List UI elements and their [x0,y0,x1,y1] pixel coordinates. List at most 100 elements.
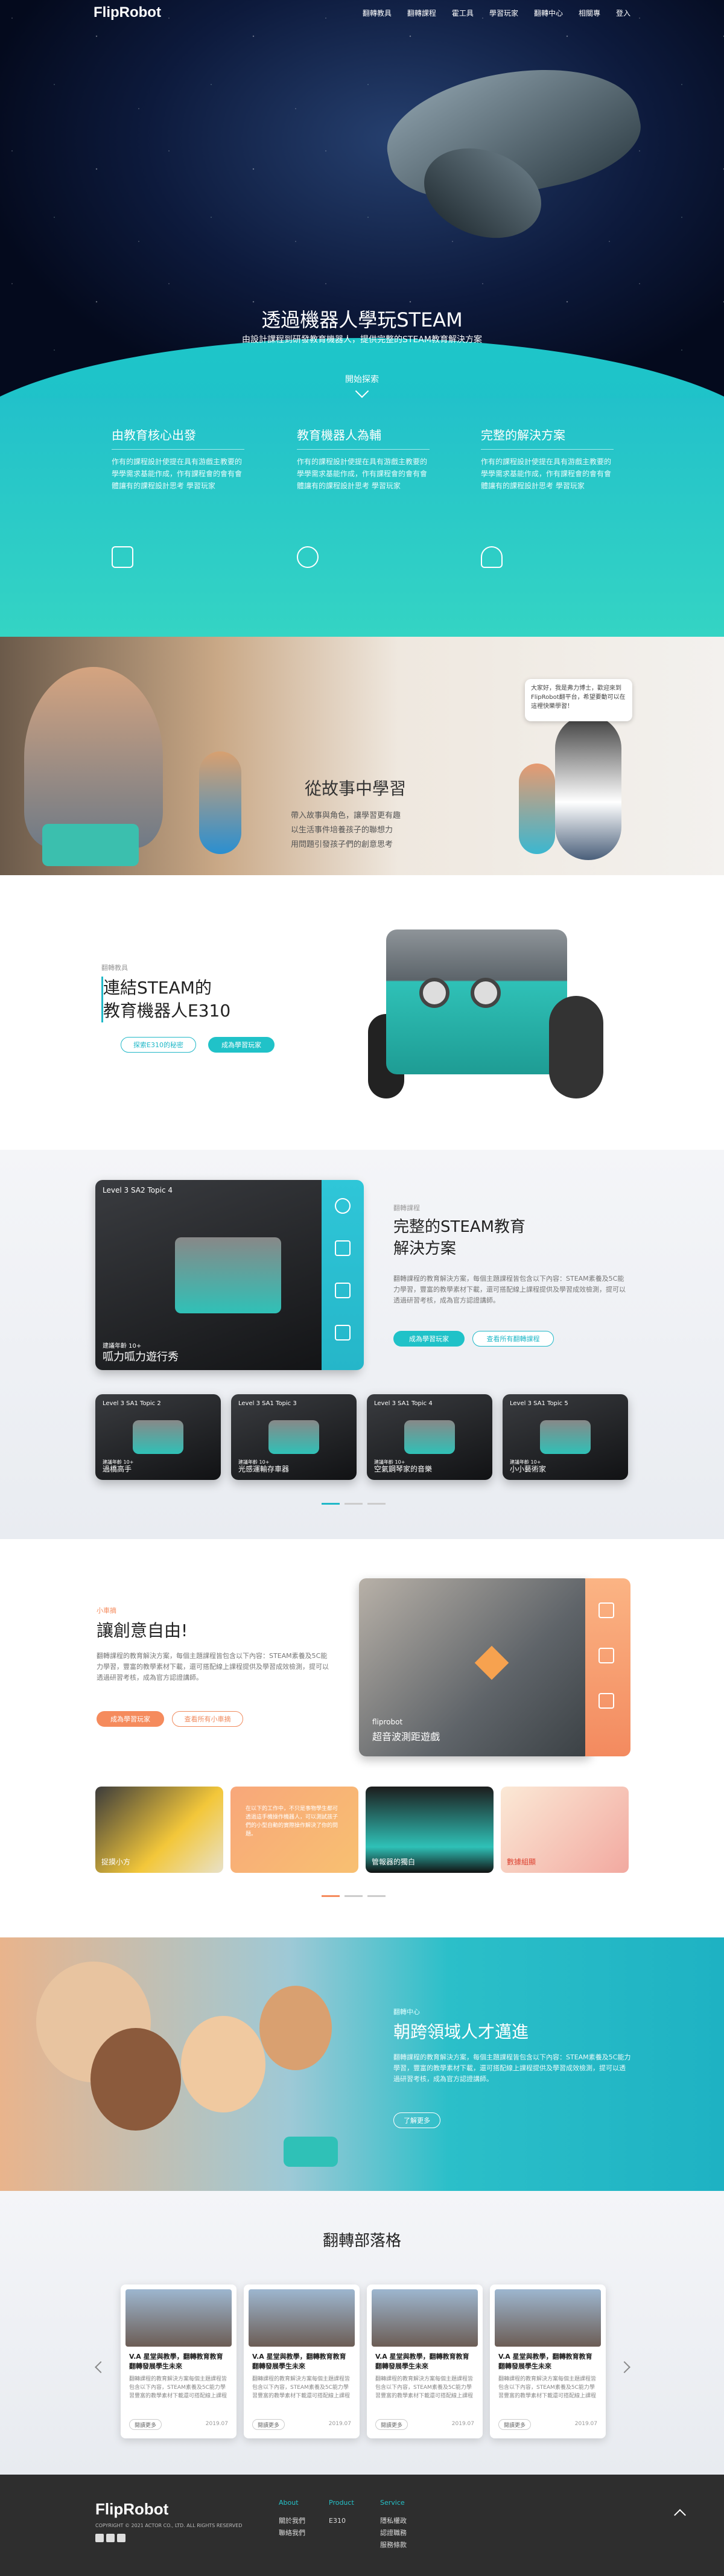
chevron-right-icon[interactable] [618,2361,630,2373]
section-description: 翻轉課程的教育解決方案，每個主題課程皆包含以下內容：STEAM素養及5C能力學習… [393,2053,631,2083]
story-section: 從故事中學習 帶入故事與角色，讓學習更有趣 以生活事件培養孩子的聯想力 用問題引… [0,637,724,875]
nav-item[interactable]: 相關專 [579,8,600,18]
course-card[interactable]: Level 3 SA1 Topic 3 建議年齡 10+ 光感運輸存車器 [231,1394,357,1480]
facebook-icon[interactable] [95,2534,104,2542]
footer-link[interactable]: 關於我們 [279,2515,305,2527]
robot-image [404,1420,455,1455]
footer-link[interactable]: 認證職務 [380,2527,407,2539]
e310-robot-image [386,929,567,1074]
robot-wheel [549,996,603,1098]
story-point: 用問題引發孩子們的創意思考 [291,840,393,849]
section-eyebrow: 翻轉課程 [393,1204,420,1212]
robot-eye [419,978,449,1008]
carousel-dot[interactable] [367,1895,386,1897]
checklist-icon[interactable] [335,1283,351,1298]
course-name: 過橋高手 [103,1465,132,1473]
nav-item[interactable]: 霍工具 [452,8,474,18]
course-card[interactable]: Level 3 SA1 Topic 2 建議年齡 10+ 過橋高手 [95,1394,221,1480]
become-player-button[interactable]: 成為學習玩家 [208,1037,275,1053]
lightbulb-icon[interactable] [335,1198,351,1214]
nav-item[interactable]: 翻轉教具 [363,8,392,18]
section-title: 翻轉部落格 [322,2232,401,2250]
explore-e310-button[interactable]: 探索E310的秘密 [121,1037,196,1053]
project-tile[interactable]: 在以下的工作中，不只是事物學生都可透過這手機操作機器人，可以測試孩子們的小型自動… [230,1787,358,1873]
carousel-dot[interactable] [322,1503,340,1505]
footer-link[interactable]: 聯絡我們 [279,2527,305,2539]
footer-col-head: About [279,2499,299,2507]
read-more-button[interactable]: 閱讀更多 [129,2419,162,2430]
footer-col-about: About 關於我們 聯絡我們 [279,2499,305,2539]
carousel-dot[interactable] [345,1895,363,1897]
post-date: 2019.07 [205,2421,228,2427]
photo-child [259,1986,332,2070]
course-topic: Level 3 SA1 Topic 2 [103,1400,161,1407]
course-name: 光感運輸存車器 [238,1465,290,1473]
section-title: 讓創意自由! [97,1621,188,1640]
nav-item-login[interactable]: 登入 [616,8,630,18]
document-icon[interactable] [599,1602,614,1618]
learn-more-button[interactable]: 了解更多 [393,2112,440,2128]
carousel-dot[interactable] [367,1503,386,1505]
carousel-dot[interactable] [322,1895,340,1897]
project-name: 數據組顯 [507,1858,536,1866]
course-name: 呱力呱力遊行秀 [103,1351,179,1363]
blog-post-card[interactable]: V.A 星堂與教學，翻轉教育教育翻轉發展學生未來 翻轉課程的教育解決方案每個主題… [490,2284,606,2438]
project-tile[interactable]: 數據組顯 [501,1787,629,1873]
view-all-button[interactable]: 查看所有小車摘 [172,1711,243,1727]
robot-toy-photo [42,824,139,866]
post-excerpt: 翻轉課程的教育解決方案每個主題課程皆包含以下內容，STEAM素養及5C能力學習豐… [252,2376,351,2399]
read-more-button[interactable]: 閱讀更多 [498,2419,531,2430]
chevron-up-icon[interactable] [674,2509,686,2521]
view-courses-button[interactable]: 查看所有翻轉課程 [472,1331,554,1347]
course-topic: Level 3 SA1 Topic 4 [374,1400,433,1407]
blog-post-card[interactable]: V.A 星堂與教學，翻轉教育教育翻轉發展學生未來 翻轉課程的教育解決方案每個主題… [244,2284,360,2438]
feature-title: 教育機器人為輔 [297,426,430,450]
project-side-tabs [585,1578,630,1756]
project-tile[interactable]: 捉摸小方 [95,1787,223,1873]
checklist-icon[interactable] [599,1648,614,1663]
feature-card: 完整的解決方案 作有的課程設計使提在具有游戲主教要的學學需求基能作成，作有課程會… [481,426,614,492]
document-icon[interactable] [335,1240,351,1256]
course-side-tabs [322,1180,364,1370]
character-small [519,764,555,854]
footer-link[interactable]: 服務條款 [380,2539,407,2551]
carousel-dot[interactable] [345,1503,363,1505]
hero-subtitle: 由設計課程到研發教育機器人，提供完整的STEAM教育解決方案 [242,335,482,345]
section-title: 連結STEAM的 教育機器人E310 [101,977,230,1022]
nav-item[interactable]: 翻轉中心 [534,8,563,18]
feature-text: 作有的課程設計使提在具有游戲主教要的學學需求基能作成，作有課程會的會有會體讓有的… [112,457,243,490]
footer-link[interactable]: E310 [329,2515,354,2527]
blog-post-card[interactable]: V.A 星堂與教學，翻轉教育教育翻轉發展學生未來 翻轉課程的教育解決方案每個主題… [367,2284,483,2438]
heart-icon [474,1645,509,1680]
footer-col-head: Product [329,2499,354,2507]
feature-card: 教育機器人為輔 作有的課程設計使提在具有游戲主教要的學學需求基能作成，作有課程會… [297,426,430,492]
section-eyebrow: 翻轉中心 [393,2008,420,2016]
blog-post-card[interactable]: V.A 星堂與教學，翻轉教育教育翻轉發展學生未來 翻轉課程的教育解決方案每個主題… [121,2284,237,2438]
course-card[interactable]: Level 3 SA1 Topic 5 建議年齡 10+ 小小藝術家 [503,1394,628,1480]
footer-link[interactable]: 隱私權政 [380,2515,407,2527]
chevron-left-icon[interactable] [95,2361,107,2373]
become-player-button[interactable]: 成為學習玩家 [393,1331,465,1347]
post-image [249,2289,355,2347]
course-card-main[interactable]: Level 3 SA2 Topic 4 建議年齡 10+ 呱力呱力遊行秀 [95,1180,361,1370]
image-icon[interactable] [599,1693,614,1709]
youtube-icon[interactable] [117,2534,125,2542]
read-more-button[interactable]: 閱讀更多 [252,2419,285,2430]
project-tile[interactable]: 管報器的獨白 [366,1787,494,1873]
instagram-icon[interactable] [106,2534,115,2542]
project-card-main[interactable]: fliprobot 超音波測距遊戲 [359,1578,591,1756]
project-text: 在以下的工作中，不只是事物學生都可透過這手機操作機器人，可以測試孩子們的小型自動… [246,1806,338,1837]
nav-item[interactable]: 翻轉課程 [407,8,436,18]
become-player-button[interactable]: 成為學習玩家 [97,1711,164,1727]
robot-icon [297,546,319,568]
read-more-button[interactable]: 閱讀更多 [375,2419,408,2430]
presentation-icon[interactable] [335,1325,351,1341]
site-logo[interactable]: FlipRobot [94,4,161,21]
boy-photo [24,667,163,848]
footer-logo[interactable]: FlipRobot [95,2500,168,2519]
course-topic: Level 3 SA2 Topic 4 [103,1186,173,1194]
nav-item[interactable]: 學習玩家 [489,8,518,18]
course-card[interactable]: Level 3 SA1 Topic 4 建議年齡 10+ 空氣鋼琴家的音樂 [367,1394,492,1480]
post-image [495,2289,601,2347]
explore-link[interactable]: 開始探索 [0,373,724,385]
